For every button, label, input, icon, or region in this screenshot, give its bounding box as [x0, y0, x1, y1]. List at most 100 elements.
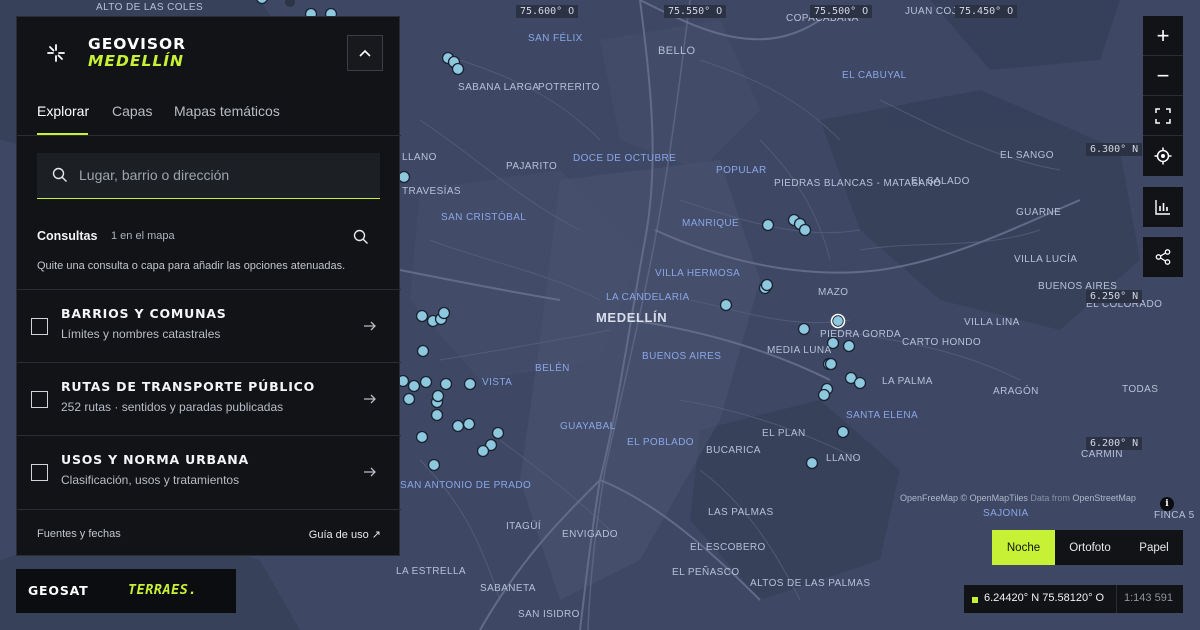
place-label: EL ESCOBERO [690, 542, 766, 553]
result-marker[interactable] [256, 0, 268, 5]
result-marker[interactable] [836, 425, 850, 439]
search-icon[interactable] [353, 229, 369, 245]
search-box [37, 153, 380, 199]
collapse-panel-button[interactable] [347, 35, 383, 71]
result-marker[interactable] [463, 377, 477, 391]
basemap-switcher: Noche Ortofoto Papel [992, 530, 1183, 565]
place-label: SAJONIA [983, 508, 1029, 519]
result-marker[interactable] [719, 298, 733, 312]
place-label: ALTO DE LAS COLES [96, 2, 204, 13]
search-icon [52, 167, 67, 182]
tab-capas[interactable]: Capas [112, 103, 152, 119]
place-label: LLANO [826, 453, 861, 464]
layer-item-rutas[interactable]: RUTAS DE TRANSPORTE PÚBLICO 252 rutas · … [17, 362, 401, 435]
tab-explorar[interactable]: Explorar [37, 103, 89, 119]
result-marker[interactable] [760, 278, 774, 292]
layer-item-usos[interactable]: USOS Y NORMA URBANA Clasificación, usos … [17, 435, 401, 508]
result-marker[interactable] [451, 62, 465, 76]
result-marker[interactable] [451, 419, 465, 433]
place-label: FINCA 5 [1154, 510, 1195, 521]
map-scale: 1:143 591 [1124, 592, 1173, 604]
plus-icon: + [1156, 22, 1170, 48]
longitude-label: 75.600° O [516, 5, 579, 18]
layer-checkbox[interactable] [31, 391, 48, 408]
place-label: SABANETA [480, 583, 536, 594]
result-marker[interactable] [415, 430, 429, 444]
fullscreen-button[interactable] [1143, 96, 1183, 136]
result-marker[interactable] [797, 322, 811, 336]
layer-item-barrios[interactable]: BARRIOS Y COMUNAS Límites y nombres cata… [17, 289, 401, 362]
result-marker[interactable] [761, 218, 775, 232]
place-label: BUENOS AIRES [642, 351, 722, 362]
longitude-label: 75.450° O [955, 5, 1018, 18]
place-label: VILLA LUCÍA [1014, 254, 1078, 265]
result-marker[interactable] [824, 357, 838, 371]
place-label: LLANO [402, 152, 437, 163]
place-label: LA ESTRELLA [396, 566, 466, 577]
statistics-button[interactable] [1143, 187, 1183, 227]
layer-subtitle: 252 rutas · sentidos y paradas publicada… [61, 400, 284, 414]
active-tab-indicator [37, 133, 88, 135]
result-marker[interactable] [431, 389, 445, 403]
result-marker[interactable] [439, 377, 453, 391]
place-label: BELLO [658, 45, 696, 57]
result-marker[interactable] [805, 456, 819, 470]
layer-checkbox[interactable] [31, 464, 48, 481]
result-marker[interactable] [402, 392, 416, 406]
place-label: CARTO HONDO [902, 337, 982, 348]
result-marker[interactable] [842, 339, 856, 353]
result-marker[interactable] [853, 376, 867, 390]
result-marker[interactable] [427, 458, 441, 472]
tab-mapas-tematicos[interactable]: Mapas temáticos [174, 103, 280, 119]
result-marker[interactable] [397, 170, 411, 184]
basemap-noche-button[interactable]: Noche [992, 530, 1055, 565]
consultas-count: 1 en el mapa [111, 230, 175, 242]
place-label: ITAGÜÍ [506, 521, 541, 532]
result-marker[interactable] [476, 444, 490, 458]
terraes-logo: TERRAES. [128, 582, 198, 598]
geosat-logo: GEOSAT [28, 583, 89, 598]
result-marker[interactable] [437, 306, 451, 320]
place-label: EL SALADO [911, 176, 970, 187]
basemap-ortofoto-button[interactable]: Ortofoto [1055, 530, 1125, 565]
result-marker[interactable] [798, 223, 812, 237]
place-label: SAN ISIDRO [518, 609, 580, 620]
result-marker[interactable] [415, 309, 429, 323]
map-attribution[interactable]: OpenFreeMap © OpenMapTiles Data from Ope… [900, 493, 1136, 503]
place-label: VISTA [482, 377, 513, 388]
chevron-up-icon [359, 49, 371, 57]
result-marker[interactable] [817, 388, 831, 402]
result-marker[interactable] [430, 408, 444, 422]
panel-footer: Fuentes y fechas Guía de uso ↗ [17, 509, 401, 557]
place-label: GUARNE [1016, 207, 1062, 218]
info-icon[interactable]: i [1160, 497, 1174, 511]
place-label: SABANA LARGA [458, 82, 540, 93]
fullscreen-icon [1155, 107, 1171, 124]
arrow-right-icon [364, 394, 376, 404]
place-label: POTRERITO [538, 82, 600, 93]
result-marker[interactable] [491, 426, 505, 440]
result-marker[interactable] [419, 375, 433, 389]
result-marker[interactable] [407, 379, 421, 393]
zoom-out-button[interactable]: − [1143, 56, 1183, 96]
app-title: GEOVISOR [88, 35, 187, 53]
result-marker[interactable] [462, 417, 476, 431]
place-label: TODAS [1122, 384, 1159, 395]
basemap-papel-button[interactable]: Papel [1125, 530, 1183, 565]
result-marker[interactable] [831, 314, 845, 328]
place-label: EL PEÑASCO [672, 567, 740, 578]
layer-checkbox[interactable] [31, 318, 48, 335]
consultas-hint: Quite una consulta o capa para añadir la… [37, 260, 346, 272]
share-button[interactable] [1143, 237, 1183, 277]
sources-link[interactable]: Fuentes y fechas [37, 528, 121, 540]
guide-link[interactable]: Guía de uso ↗ [309, 528, 381, 541]
locate-button[interactable] [1143, 136, 1183, 176]
search-input[interactable] [79, 153, 369, 197]
place-label: POPULAR [716, 165, 767, 176]
zoom-in-button[interactable]: + [1143, 16, 1183, 56]
result-marker[interactable] [416, 344, 430, 358]
place-label: VILLA LINA [964, 317, 1020, 328]
place-label: GUAYABAL [560, 421, 616, 432]
consultas-title: Consultas [37, 229, 98, 243]
locate-icon [1154, 147, 1172, 165]
